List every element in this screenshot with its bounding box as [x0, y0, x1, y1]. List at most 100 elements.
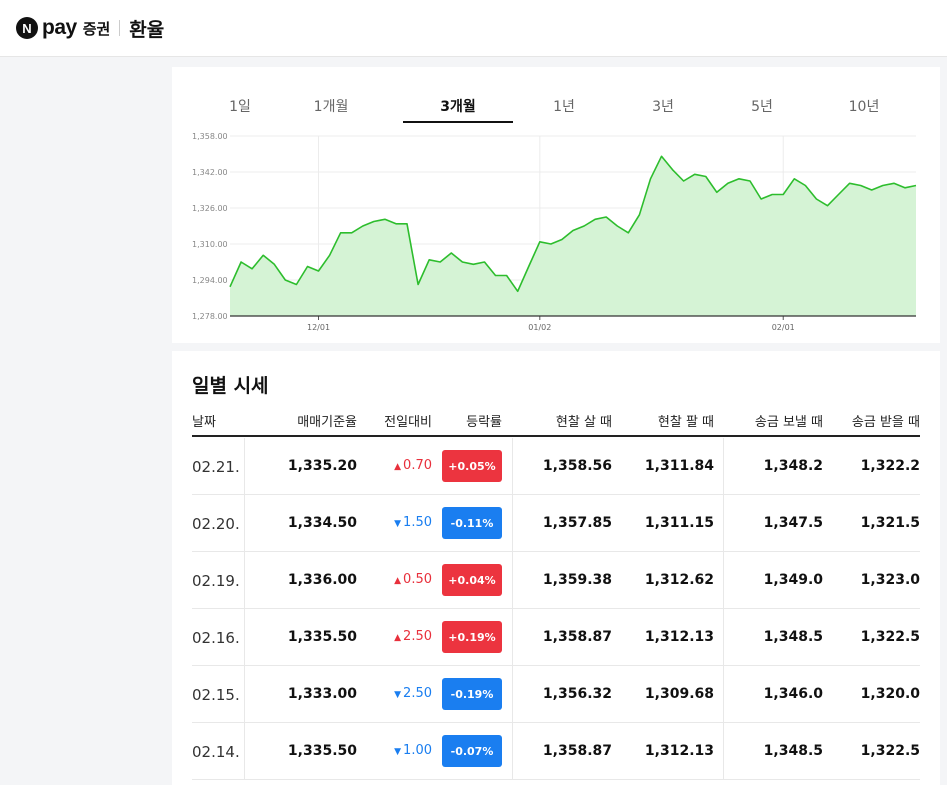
- column-divider: [723, 609, 724, 666]
- triangle-up-icon: ▲: [394, 462, 402, 472]
- row-date: 02.19.: [192, 572, 240, 590]
- table-row: 02.21. 1,335.20 ▲ 0.70 +0.05% 1,358.56 1,311.8…: [192, 438, 920, 495]
- top-bar: N pay 증권 환율: [0, 0, 947, 57]
- tab-10y[interactable]: 10년: [809, 96, 919, 116]
- column-divider: [244, 723, 245, 780]
- row-change: ▼ 1.50: [394, 515, 432, 530]
- table-header: 날짜 매매기준율 전일대비 등락률 현찰 살 때 현찰 팔 때 송금 보낼 때 …: [192, 411, 920, 437]
- y-tick-label: 1,358.00: [192, 132, 228, 141]
- row-receive: 1,323.0: [860, 572, 920, 588]
- column-divider: [512, 666, 513, 723]
- row-receive: 1,322.5: [860, 743, 920, 759]
- y-tick-label: 1,278.00: [192, 312, 228, 321]
- table-row: 02.16. 1,335.50 ▲ 2.50 +0.19% 1,358.87 1,312.1…: [192, 609, 920, 666]
- y-tick-label: 1,294.00: [192, 276, 228, 285]
- row-change: ▲ 2.50: [394, 629, 432, 644]
- row-cash-buy: 1,358.87: [542, 629, 612, 645]
- triangle-down-icon: ▼: [394, 690, 402, 700]
- table-row: 02.20. 1,334.50 ▼ 1.50 -0.11% 1,357.85 1,311.1…: [192, 495, 920, 552]
- period-tabs: 1일 1개월 3개월 1년 3년 5년 10년: [172, 67, 940, 123]
- column-divider: [512, 723, 513, 780]
- y-tick-label: 1,342.00: [192, 168, 228, 177]
- x-tick-label: 01/02: [528, 323, 551, 332]
- row-cash-buy: 1,357.85: [542, 515, 612, 531]
- row-base-rate: 1,335.20: [287, 458, 357, 474]
- column-divider: [244, 552, 245, 609]
- row-base-rate: 1,335.50: [287, 629, 357, 645]
- exchange-rate-chart[interactable]: 1,358.00 1,342.00 1,326.00 1,310.00 1,294.00…: [172, 129, 940, 339]
- row-date: 02.15.: [192, 686, 240, 704]
- area-fill: [230, 156, 916, 316]
- table-row: 02.15. 1,333.00 ▼ 2.50 -0.19% 1,356.32 1,309.6…: [192, 666, 920, 723]
- header-divider: [119, 20, 121, 36]
- row-date: 02.20.: [192, 515, 240, 533]
- row-send: 1,348.5: [763, 629, 823, 645]
- page-title: 환율: [129, 18, 165, 41]
- row-change-value: 1.00: [403, 743, 432, 758]
- triangle-down-icon: ▼: [394, 747, 402, 757]
- row-base-rate: 1,335.50: [287, 743, 357, 759]
- column-divider: [723, 495, 724, 552]
- th-cash-sell: 현찰 팔 때: [657, 415, 714, 430]
- table-row: 02.19. 1,336.00 ▲ 0.50 +0.04% 1,359.38 1,312.6…: [192, 552, 920, 609]
- table-row: 02.14. 1,335.50 ▼ 1.00 -0.07% 1,358.87 1,312.1…: [192, 723, 920, 780]
- row-cash-sell: 1,311.15: [644, 515, 714, 531]
- row-change-value: 1.50: [403, 515, 432, 530]
- y-tick-label: 1,310.00: [192, 240, 228, 249]
- column-divider: [512, 495, 513, 552]
- row-base-rate: 1,336.00: [287, 572, 357, 588]
- row-change-rate-badge: +0.05%: [442, 450, 502, 482]
- row-send: 1,346.0: [763, 686, 823, 702]
- row-change-value: 0.70: [403, 458, 432, 473]
- th-change-rate: 등락률: [466, 415, 502, 430]
- row-cash-buy: 1,358.87: [542, 743, 612, 759]
- column-divider: [723, 723, 724, 780]
- row-date: 02.16.: [192, 629, 240, 647]
- row-change-rate-badge: +0.19%: [442, 621, 502, 653]
- th-base-rate: 매매기준율: [297, 415, 357, 430]
- tab-3y[interactable]: 3년: [608, 96, 718, 116]
- row-date: 02.14.: [192, 743, 240, 761]
- column-divider: [512, 609, 513, 666]
- row-change: ▼ 2.50: [394, 686, 432, 701]
- tab-5y[interactable]: 5년: [707, 96, 817, 116]
- row-base-rate: 1,334.50: [287, 515, 357, 531]
- tab-1y[interactable]: 1년: [509, 96, 619, 116]
- triangle-up-icon: ▲: [394, 633, 402, 643]
- row-change-rate-badge: -0.11%: [442, 507, 502, 539]
- column-divider: [512, 438, 513, 495]
- row-change-value: 2.50: [403, 629, 432, 644]
- row-send: 1,349.0: [763, 572, 823, 588]
- row-send: 1,347.5: [763, 515, 823, 531]
- x-tick-label: 02/01: [772, 323, 795, 332]
- row-change: ▲ 0.70: [394, 458, 432, 473]
- th-receive: 송금 받을 때: [851, 415, 920, 430]
- naver-logo-icon[interactable]: N: [16, 17, 38, 39]
- row-receive: 1,321.5: [860, 515, 920, 531]
- row-cash-buy: 1,358.56: [542, 458, 612, 474]
- daily-price-card: 일별 시세 날짜 매매기준율 전일대비 등락률 현찰 살 때 현찰 팔 때 송금…: [172, 351, 940, 785]
- th-cash-buy: 현찰 살 때: [555, 415, 612, 430]
- row-cash-buy: 1,356.32: [542, 686, 612, 702]
- tab-3m[interactable]: 3개월: [403, 96, 513, 116]
- column-divider: [244, 609, 245, 666]
- logo-securities[interactable]: 증권: [83, 18, 111, 39]
- tab-1m[interactable]: 1개월: [276, 96, 386, 116]
- column-divider: [244, 495, 245, 552]
- row-receive: 1,320.0: [860, 686, 920, 702]
- th-change: 전일대비: [384, 415, 432, 430]
- column-divider: [723, 666, 724, 723]
- table-body: 02.21. 1,335.20 ▲ 0.70 +0.05% 1,358.56 1,311.8…: [192, 438, 920, 780]
- row-change-rate-badge: -0.07%: [442, 735, 502, 767]
- row-base-rate: 1,333.00: [287, 686, 357, 702]
- column-divider: [723, 438, 724, 495]
- th-send: 송금 보낼 때: [754, 415, 823, 430]
- row-send: 1,348.2: [763, 458, 823, 474]
- th-date: 날짜: [192, 415, 216, 430]
- x-tick-label: 12/01: [307, 323, 330, 332]
- row-change-rate-badge: +0.04%: [442, 564, 502, 596]
- logo-pay[interactable]: pay: [42, 16, 77, 40]
- column-divider: [244, 666, 245, 723]
- column-divider: [723, 552, 724, 609]
- column-divider: [512, 552, 513, 609]
